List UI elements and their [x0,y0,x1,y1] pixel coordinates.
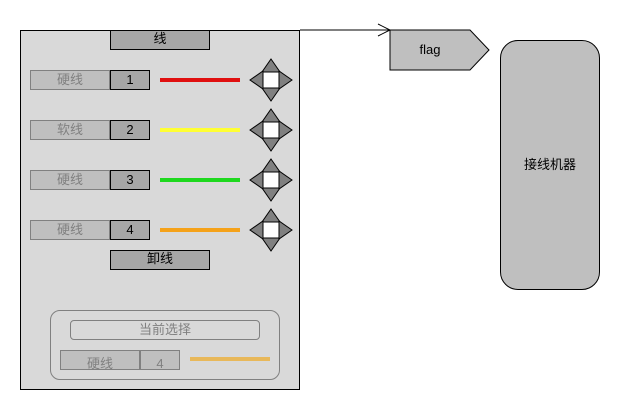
orange-line [160,228,240,232]
red-line [160,78,240,82]
wiring-machine-label: 接线机器 [523,157,576,172]
wire-type-label-3: 硬线 [30,170,110,190]
current-selection-title: 当前选择 [70,320,260,340]
unload-wire-button[interactable]: 卸线 [110,250,210,270]
wire-number-1[interactable]: 1 [110,70,150,90]
wire-type-label-2: 软线 [30,120,110,140]
current-wire-type: 硬线 [60,350,140,371]
wire-number-2[interactable]: 2 [110,120,150,140]
wire-number-4[interactable]: 4 [110,220,150,240]
flag-label: flag [419,42,441,57]
four-way-arrow-icon[interactable] [249,158,293,202]
green-line [160,178,240,182]
current-wire-line [190,357,270,361]
wire-number-3[interactable]: 3 [110,170,150,190]
wire-header-button[interactable]: 线 [110,30,210,50]
four-way-arrow-icon[interactable] [249,58,293,102]
four-way-arrow-icon[interactable] [249,208,293,252]
current-wire-number: 4 [140,350,180,371]
wire-type-label-1: 硬线 [30,70,110,90]
wire-type-label-4: 硬线 [30,220,110,240]
four-way-arrow-icon[interactable] [249,108,293,152]
yellow-line [160,128,240,132]
